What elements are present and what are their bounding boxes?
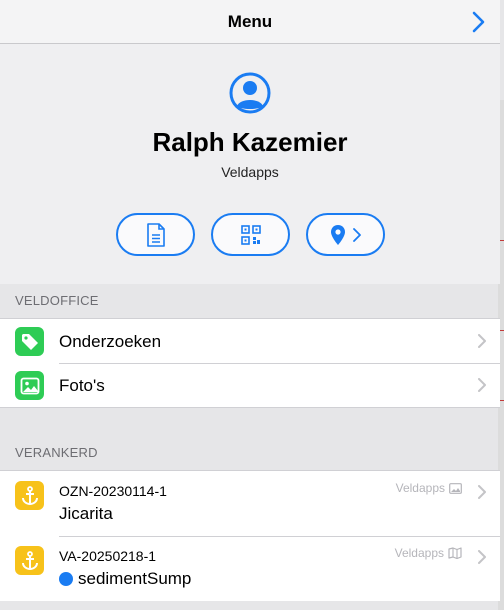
list-item-label: Foto's (59, 376, 105, 395)
list-item-onderzoeken[interactable]: Onderzoeken (0, 319, 500, 363)
anchor-icon (15, 546, 44, 575)
menu-header: Menu (0, 0, 500, 44)
section-label-verankerd: VERANKERD (15, 445, 98, 460)
image-icon (449, 482, 462, 494)
chevron-right-icon (478, 334, 486, 348)
profile-name: Ralph Kazemier (152, 127, 348, 157)
header-title: Menu (227, 11, 273, 31)
anchored-item-code: VA-20250218-1 (59, 548, 157, 564)
source-label: Veldapps (395, 481, 445, 495)
anchored-item-title: sedimentSump (78, 569, 192, 588)
anchored-item-name: Jicarita (59, 504, 113, 524)
chevron-right-icon (352, 227, 361, 242)
location-pin-icon (330, 224, 345, 245)
anchored-item-title: Jicarita (59, 504, 113, 523)
section-label-veldoffice: VELDOFFICE (15, 293, 99, 308)
anchored-item-code: OZN-20230114-1 (59, 483, 167, 499)
status-dot (59, 572, 73, 586)
anchored-item[interactable]: OZN-20230114-1 Jicarita Veldapps (0, 471, 500, 536)
map-icon (448, 547, 462, 559)
anchored-item-name: sedimentSump (59, 569, 191, 589)
chevron-right-icon (478, 485, 486, 499)
photo-icon (15, 371, 44, 400)
anchor-icon (15, 481, 44, 510)
location-button[interactable] (306, 213, 385, 256)
document-button[interactable] (116, 213, 195, 256)
list-item-fotos[interactable]: Foto's (0, 363, 500, 407)
anchored-item-source: Veldapps (395, 546, 462, 560)
qr-code-button[interactable] (211, 213, 290, 256)
source-label: Veldapps (394, 546, 444, 560)
profile-organization: Veldapps (221, 164, 279, 180)
document-icon (146, 222, 165, 247)
chevron-right-icon (478, 378, 486, 392)
tag-icon (15, 327, 44, 356)
list-item-label: Onderzoeken (59, 332, 162, 351)
profile-section: Ralph Kazemier Veldapps (0, 44, 500, 284)
verankerd-list: OZN-20230114-1 Jicarita Veldapps VA-2025… (0, 470, 500, 601)
anchored-item-source: Veldapps (396, 481, 462, 495)
chevron-right-icon[interactable] (470, 11, 486, 33)
anchored-item[interactable]: VA-20250218-1 sedimentSump Veldapps (0, 536, 500, 601)
veldoffice-list: Onderzoeken Foto's (0, 318, 500, 408)
chevron-right-icon (478, 550, 486, 564)
user-avatar-icon (229, 72, 271, 114)
qr-code-icon (240, 224, 261, 245)
